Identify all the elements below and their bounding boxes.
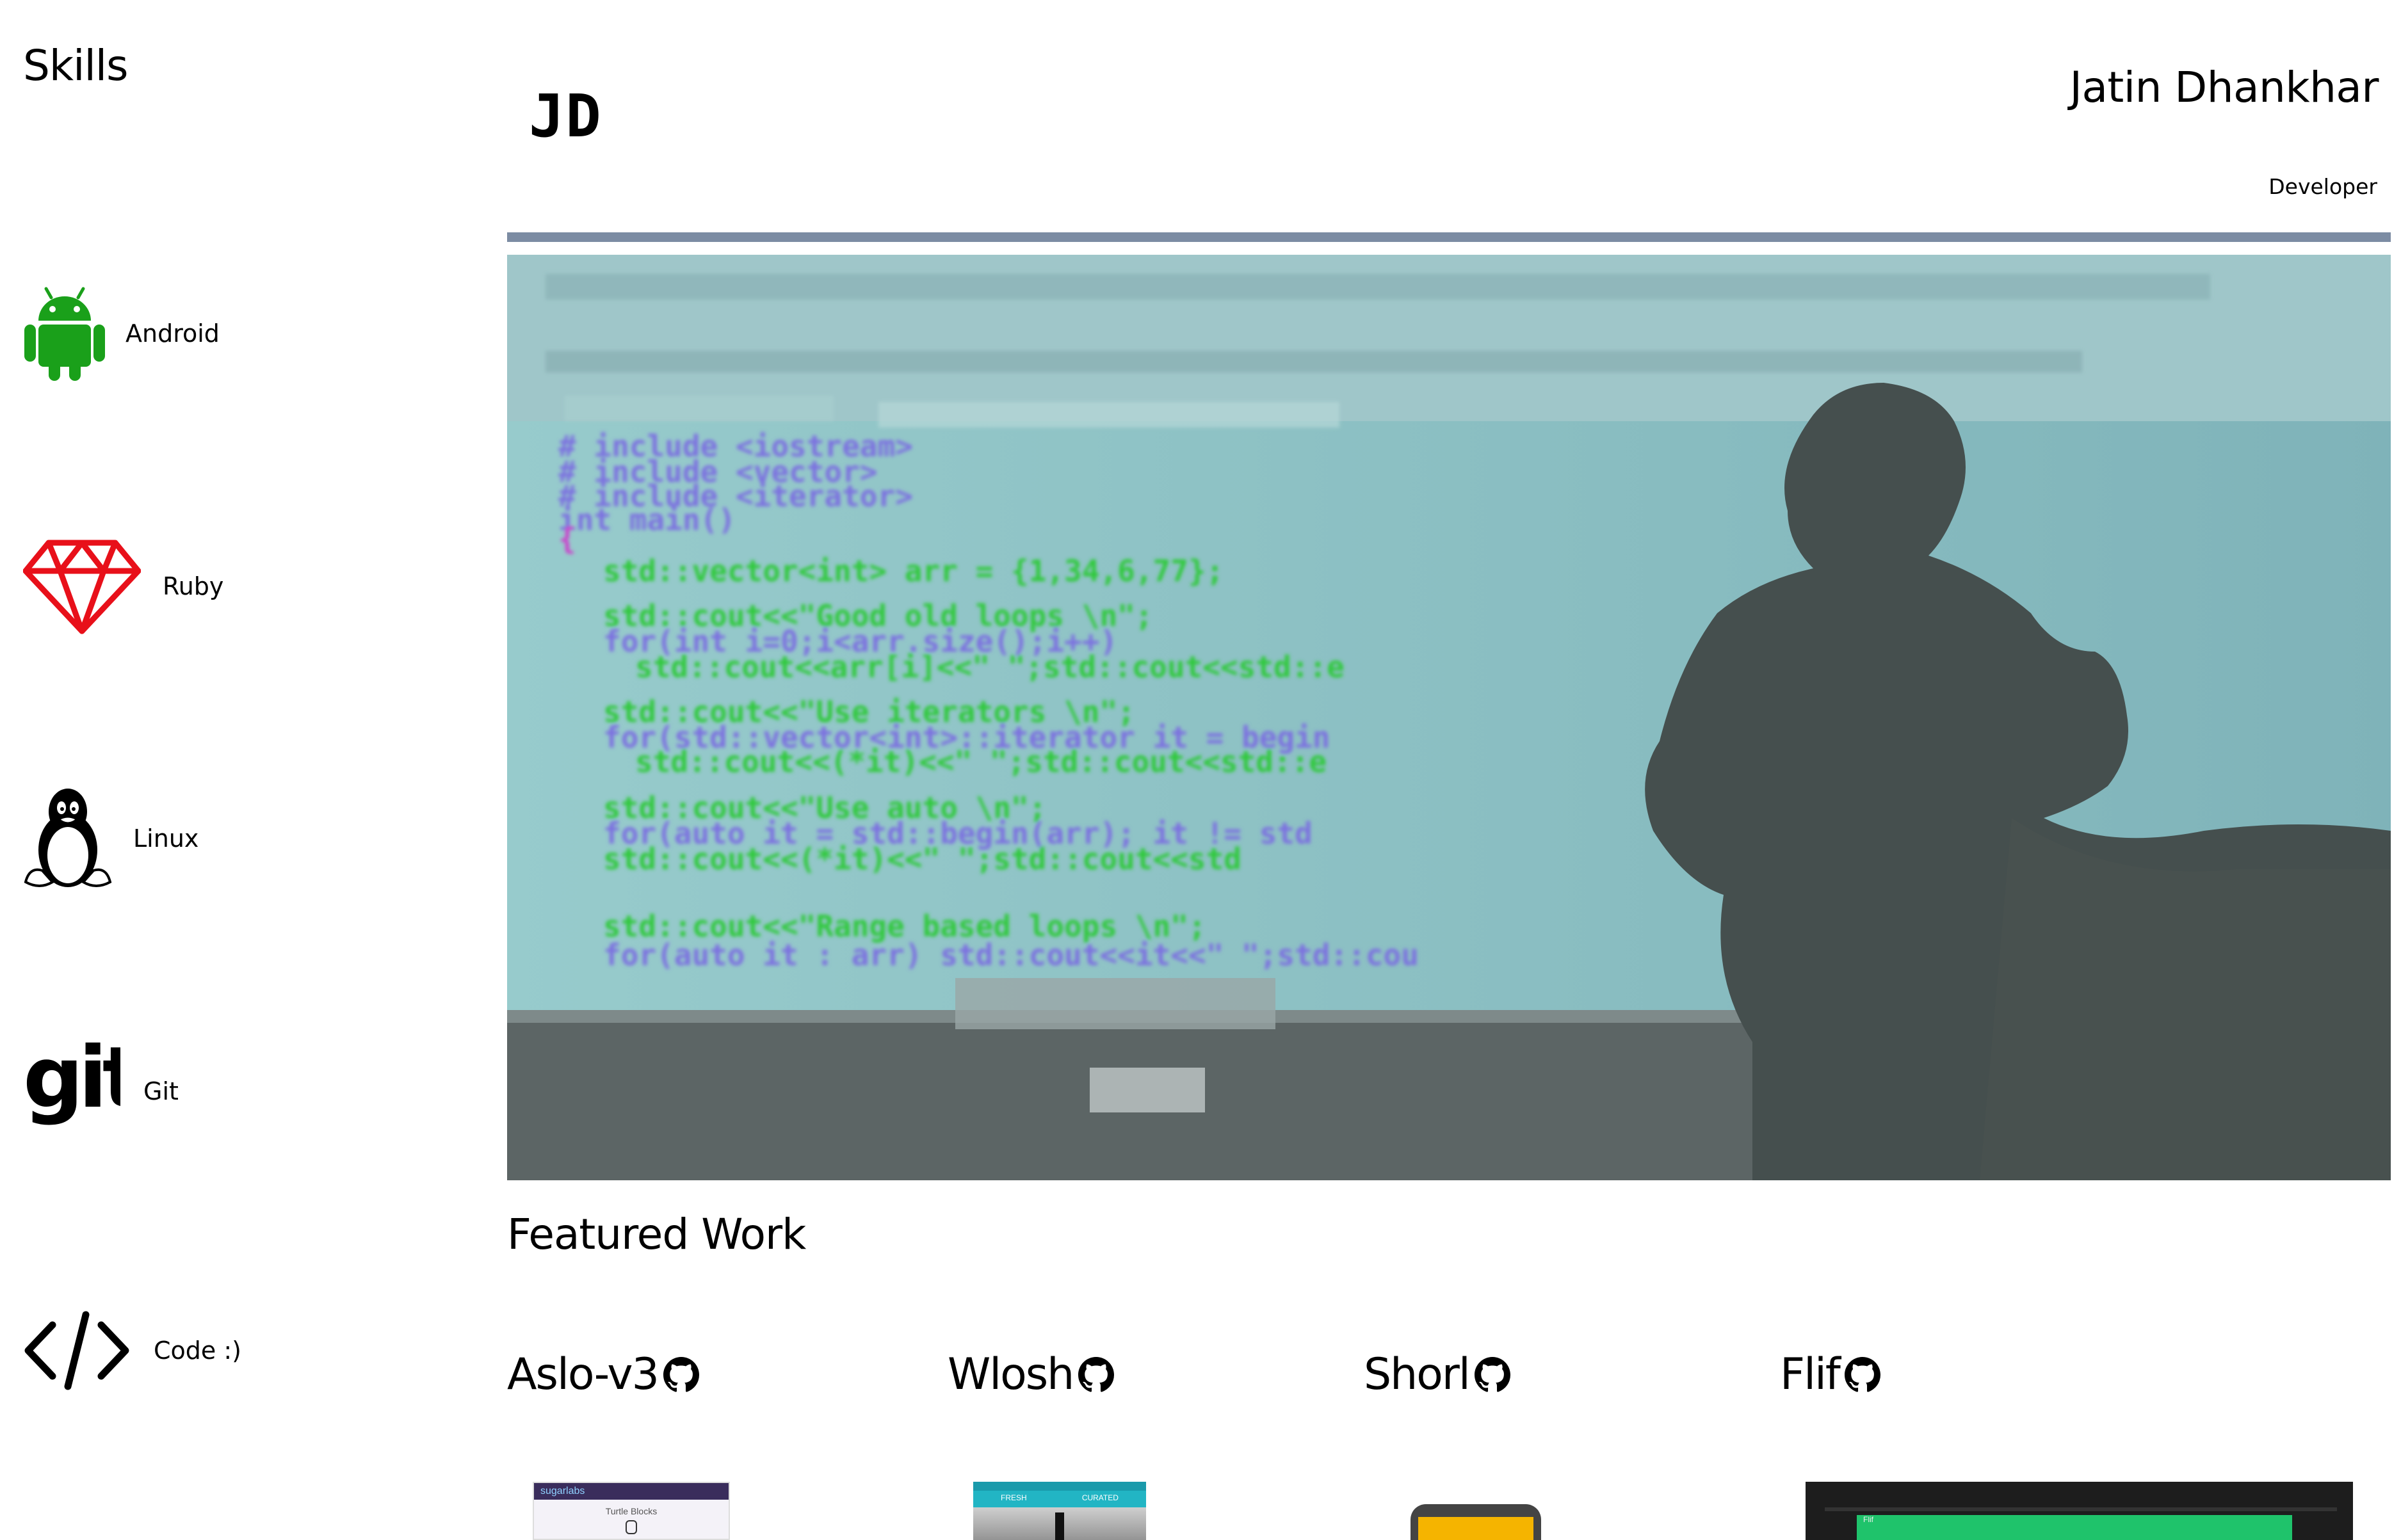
project-aslo-v3: Aslo-v3 bbox=[507, 1349, 699, 1400]
skill-label: Ruby bbox=[163, 572, 224, 600]
project-thumbnail-flif[interactable]: Flif bbox=[1806, 1482, 2353, 1540]
ruby-gem-icon bbox=[23, 540, 141, 634]
svg-text:{: { bbox=[558, 522, 576, 556]
svg-text:git: git bbox=[23, 1040, 120, 1127]
svg-text:std::vector<int> arr = {1,34,6: std::vector<int> arr = {1,34,6,77}; bbox=[603, 554, 1224, 588]
svg-text:std::cout<<(*it)<<" ";std::cou: std::cout<<(*it)<<" ";std::cout<<std::e bbox=[635, 744, 1327, 779]
project-wlosh: Wlosh bbox=[948, 1349, 1115, 1400]
project-thumbnail-wlosh[interactable]: FRESH CURATED bbox=[973, 1482, 1146, 1540]
svg-text:for(auto it : arr) std::cout<<: for(auto it : arr) std::cout<<it<<" ";st… bbox=[603, 938, 1419, 972]
thumb-app-title: Flif bbox=[1863, 1515, 1873, 1524]
github-icon[interactable] bbox=[1474, 1356, 1510, 1393]
project-thumbnail-shorl[interactable] bbox=[1411, 1504, 1541, 1540]
linux-tux-icon bbox=[24, 789, 112, 887]
skill-git: git Git bbox=[23, 1040, 179, 1143]
github-icon[interactable] bbox=[663, 1356, 699, 1393]
skills-sidebar: Skills Android Ruby Linux gi Git Code:) bbox=[0, 0, 474, 1540]
skills-heading: Skills bbox=[23, 41, 129, 90]
project-title[interactable]: Shorl bbox=[1364, 1349, 1471, 1400]
project-shorl: Shorl bbox=[1364, 1349, 1510, 1400]
author-role: Developer bbox=[2268, 174, 2377, 199]
svg-text:int main(): int main() bbox=[558, 502, 736, 537]
git-logo-icon: git bbox=[23, 1040, 120, 1127]
thumb-subtitle: Turtle Blocks bbox=[605, 1506, 658, 1516]
author-name: Jatin Dhankhar bbox=[2069, 63, 2379, 112]
skill-linux: Linux bbox=[23, 786, 198, 891]
svg-text:std::cout<<(*it)<<" ";std::cou: std::cout<<(*it)<<" ";std::cout<<std bbox=[603, 842, 1241, 876]
android-icon bbox=[24, 287, 105, 381]
thumb-tab-fresh: FRESH bbox=[1001, 1493, 1027, 1502]
project-flif: Flif bbox=[1780, 1349, 1880, 1400]
header-divider bbox=[507, 232, 2391, 242]
portfolio-page: Skills Android Ruby Linux gi Git Code:)… bbox=[0, 0, 2401, 1540]
projector-photo: # include <iostream> # include <vector> … bbox=[507, 255, 2391, 1180]
skill-label: Android bbox=[125, 319, 220, 348]
project-title[interactable]: Flif bbox=[1780, 1349, 1841, 1400]
turtle-icon bbox=[626, 1520, 637, 1534]
code-brackets-icon bbox=[24, 1311, 129, 1390]
project-title[interactable]: Wlosh bbox=[948, 1349, 1074, 1400]
github-icon[interactable] bbox=[1844, 1356, 1880, 1393]
github-icon[interactable] bbox=[1078, 1356, 1115, 1393]
thumb-tab-curated: CURATED bbox=[1081, 1493, 1119, 1502]
thumb-brand: sugarlabs bbox=[540, 1486, 585, 1496]
site-logo[interactable]: JD bbox=[529, 82, 602, 150]
skill-code: Code :) bbox=[23, 1311, 241, 1390]
skill-label: Git bbox=[143, 1077, 179, 1105]
project-title[interactable]: Aslo-v3 bbox=[507, 1349, 659, 1400]
project-thumbnail-aslo[interactable]: sugarlabs Turtle Blocks bbox=[533, 1482, 730, 1540]
svg-text:std::cout<<arr[i]<<" ";std::co: std::cout<<arr[i]<<" ";std::cout<<std::e bbox=[635, 650, 1345, 684]
skill-ruby: Ruby bbox=[23, 538, 223, 635]
skill-label: Code :) bbox=[154, 1336, 241, 1365]
featured-work-heading: Featured Work bbox=[507, 1210, 806, 1259]
skill-label: Linux bbox=[133, 824, 199, 853]
skill-android: Android bbox=[23, 285, 220, 382]
hero-image: # include <iostream> # include <vector> … bbox=[507, 255, 2391, 1180]
